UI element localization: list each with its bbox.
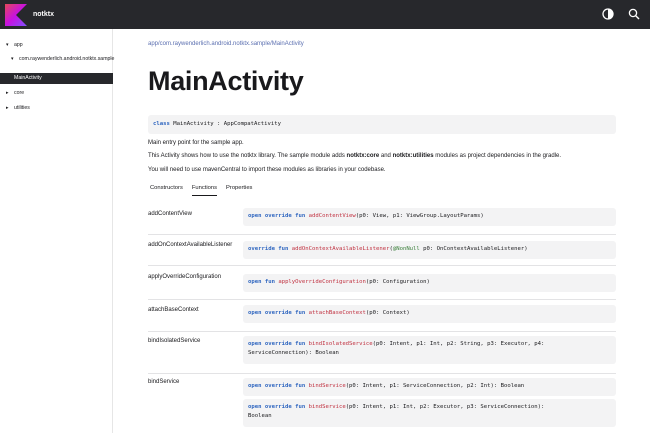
member-tabs: Constructors Functions Properties (150, 185, 252, 196)
description-line-3: You will need to use mavenCentral to imp… (148, 167, 386, 173)
sidebar-item-label: utilities (14, 105, 30, 111)
function-name-addcontentview[interactable]: addContentView (148, 209, 228, 219)
function-signature: open override fun addContentView(p0: Vie… (243, 208, 616, 226)
sidebar-item-utilities[interactable]: ▸ utilities (6, 105, 30, 112)
row-divider (148, 331, 616, 332)
row-divider (148, 373, 616, 374)
function-name-applyoverrideconfiguration[interactable]: applyOverrideConfiguration (148, 272, 228, 282)
sidebar-item-core[interactable]: ▸ core (6, 90, 24, 97)
sidebar-item-label: core (14, 90, 25, 96)
sidebar-nav: ▾ app ▾ com.raywenderlich.android.notktx… (0, 29, 115, 433)
chevron-right-icon[interactable]: ▸ (6, 90, 14, 97)
tab-constructors[interactable]: Constructors (150, 185, 183, 196)
declaration-keyword: class (153, 121, 170, 127)
chevron-down-icon[interactable]: ▾ (11, 56, 19, 63)
function-signature: open override fun bindService(p0: Intent… (243, 378, 616, 396)
function-name-bindisolatedservice[interactable]: bindIsolatedService (148, 336, 228, 346)
chevron-right-icon[interactable]: ▸ (6, 105, 14, 112)
row-divider (148, 234, 616, 235)
sidebar-item-label: com.raywenderlich.android.notktx.sample (19, 56, 115, 62)
sidebar-item-label: app (14, 42, 23, 48)
sidebar-item-package[interactable]: ▾ com.raywenderlich.android.notktx.sampl… (11, 56, 115, 63)
breadcrumb[interactable]: app/com.raywenderlich.android.notktx.sam… (148, 41, 304, 47)
function-name-attachbasecontext[interactable]: attachBaseContext (148, 305, 228, 315)
top-bar: notktx (0, 0, 650, 29)
row-divider (148, 265, 616, 266)
theme-toggle-icon[interactable] (602, 8, 614, 20)
top-actions (602, 8, 640, 20)
main-content: app/com.raywenderlich.android.notktx.sam… (113, 29, 650, 433)
function-signature: open override fun attachBaseContext(p0: … (243, 305, 616, 323)
function-signature: override fun addOnContextAvailableListen… (243, 241, 616, 259)
description-line-1: Main entry point for the sample app. (148, 140, 244, 146)
page-title: MainActivity (148, 66, 304, 96)
function-signature: open override fun bindService(p0: Intent… (243, 399, 616, 427)
tab-properties[interactable]: Properties (226, 185, 252, 196)
function-name-addoncontextavailablelistener[interactable]: addOnContextAvailableListener (148, 240, 232, 250)
kotlin-logo-icon[interactable] (5, 3, 27, 26)
class-declaration: class MainActivity : AppCompatActivity (148, 115, 616, 134)
function-name-bindservice[interactable]: bindService (148, 377, 228, 387)
row-divider (148, 299, 616, 300)
sidebar-item-label: MainActivity (14, 75, 42, 81)
sidebar-item-mainactivity[interactable]: MainActivity (0, 73, 113, 84)
declaration-text: MainActivity : AppCompatActivity (173, 121, 281, 127)
app-name[interactable]: notktx (33, 11, 54, 18)
search-icon[interactable] (628, 8, 640, 20)
sidebar-item-app[interactable]: ▾ app (6, 42, 23, 49)
tab-functions[interactable]: Functions (191, 185, 218, 196)
function-signature: open override fun bindIsolatedService(p0… (243, 336, 616, 364)
description-line-2: This Activity shows how to use the notkt… (148, 153, 562, 159)
function-signature: open fun applyOverrideConfiguration(p0: … (243, 274, 616, 292)
chevron-down-icon[interactable]: ▾ (6, 42, 14, 49)
